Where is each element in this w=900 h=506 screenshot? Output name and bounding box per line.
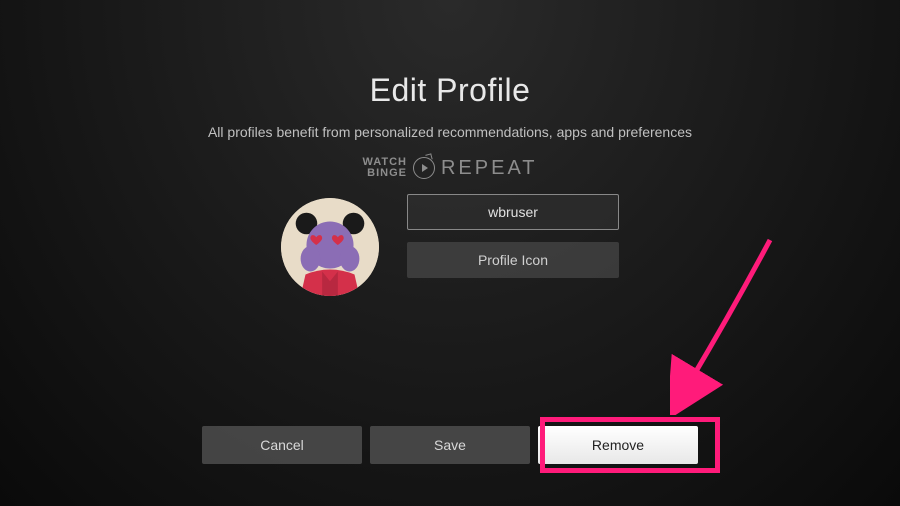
watermark-repeat: REPEAT <box>441 157 538 180</box>
page-title: Edit Profile <box>370 72 531 109</box>
avatar[interactable] <box>281 198 379 296</box>
play-repeat-icon <box>413 157 435 179</box>
remove-button[interactable]: Remove <box>538 426 698 464</box>
profile-name-input[interactable] <box>407 194 619 230</box>
avatar-image <box>281 198 379 296</box>
save-button[interactable]: Save <box>370 426 530 464</box>
watermark: WATCH BINGE REPEAT <box>362 157 537 180</box>
page-subtitle: All profiles benefit from personalized r… <box>208 123 692 143</box>
watermark-binge: BINGE <box>362 168 407 179</box>
profile-icon-button[interactable]: Profile Icon <box>407 242 619 278</box>
cancel-button[interactable]: Cancel <box>202 426 362 464</box>
